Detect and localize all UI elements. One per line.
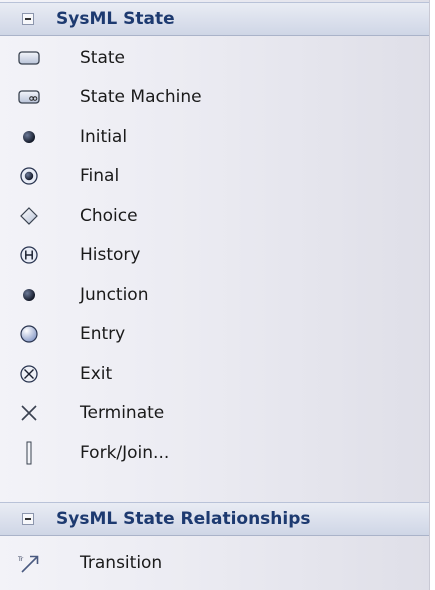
group-title: SysML State (56, 9, 175, 29)
fork-join-icon (17, 441, 41, 465)
final-icon (17, 164, 41, 188)
tool-label: Junction (80, 284, 149, 305)
group-header-sysml-state[interactable]: SysML State (0, 2, 429, 36)
svg-text:Tr: Tr (17, 556, 24, 563)
tool-label: Initial (80, 126, 128, 147)
tool-item-entry[interactable]: Entry (0, 315, 429, 355)
tool-item-initial[interactable]: Initial (0, 117, 429, 157)
tool-item-terminate[interactable]: Terminate (0, 394, 429, 434)
tool-label: Entry (80, 324, 126, 345)
entry-icon (17, 322, 41, 346)
tool-label: State Machine (80, 87, 202, 108)
transition-icon: Tr (17, 551, 41, 575)
collapse-icon[interactable] (22, 13, 34, 25)
tool-item-transition[interactable]: Tr Transition (0, 536, 429, 590)
tool-list: Tr Transition (0, 536, 429, 590)
tool-item-choice[interactable]: Choice (0, 196, 429, 236)
collapse-icon[interactable] (22, 513, 34, 525)
choice-icon (17, 204, 41, 228)
tool-label: Exit (80, 363, 113, 384)
tool-item-exit[interactable]: Exit (0, 354, 429, 394)
tool-item-final[interactable]: Final (0, 157, 429, 197)
tool-label: History (80, 245, 141, 266)
group-sysml-state: SysML State State State Machine Initial … (0, 2, 429, 473)
toolbox-panel: SysML State State State Machine Initial … (0, 0, 430, 590)
exit-icon (17, 362, 41, 386)
tool-label: State (80, 47, 125, 68)
tool-item-history[interactable]: History (0, 236, 429, 276)
initial-icon (17, 125, 41, 149)
tool-item-state[interactable]: State (0, 38, 429, 78)
state-icon (17, 46, 41, 70)
tool-label: Terminate (80, 403, 165, 424)
tool-label: Fork/Join... (80, 442, 170, 463)
tool-item-junction[interactable]: Junction (0, 275, 429, 315)
tool-item-state-machine[interactable]: State Machine (0, 78, 429, 118)
junction-icon (17, 283, 41, 307)
history-icon (17, 243, 41, 267)
tool-item-fork-join[interactable]: Fork/Join... (0, 433, 429, 473)
group-header-sysml-state-relationships[interactable]: SysML State Relationships (0, 502, 429, 536)
tool-label: Final (80, 166, 120, 187)
tool-list: State State Machine Initial Final Choice… (0, 36, 429, 473)
tool-label: Transition (80, 553, 163, 573)
state-machine-icon (17, 85, 41, 109)
group-title: SysML State Relationships (56, 509, 311, 529)
group-sysml-state-relationships: SysML State Relationships Tr Transition (0, 502, 429, 590)
terminate-icon (17, 401, 41, 425)
tool-label: Choice (80, 205, 138, 226)
